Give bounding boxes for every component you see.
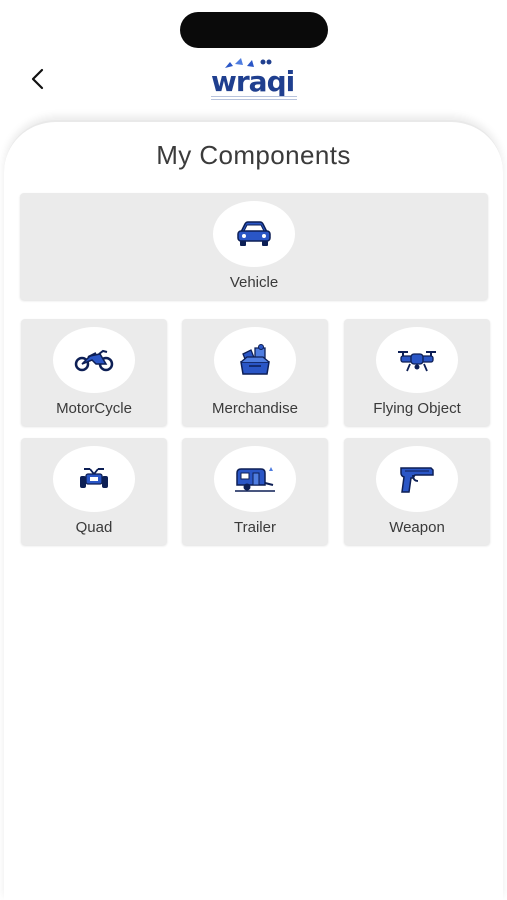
chevron-left-icon	[31, 68, 44, 90]
component-label: MotorCycle	[56, 400, 132, 417]
component-label: Flying Object	[373, 400, 461, 417]
icon-circle	[214, 446, 296, 512]
component-label: Merchandise	[212, 400, 298, 417]
back-button[interactable]	[22, 62, 52, 96]
motorcycle-icon	[74, 349, 114, 372]
component-label: Vehicle	[229, 274, 279, 291]
header: wraqi	[0, 50, 507, 110]
gun-icon	[400, 467, 434, 493]
component-label: Trailer	[234, 519, 276, 536]
component-card-flying-object[interactable]: Flying Object	[344, 319, 490, 426]
quad-icon	[80, 468, 108, 488]
component-label: Weapon	[389, 519, 445, 536]
trailer-icon	[235, 467, 275, 492]
icon-circle	[376, 327, 458, 393]
component-card-quad[interactable]: Quad	[21, 438, 167, 545]
device-notch	[180, 12, 328, 48]
component-card-vehicle[interactable]: Vehicle	[20, 193, 488, 300]
component-card-motorcycle[interactable]: MotorCycle	[21, 319, 167, 426]
icon-circle	[53, 446, 135, 512]
component-card-merchandise[interactable]: Merchandise	[182, 319, 328, 426]
wraqi-logo: wraqi	[207, 56, 303, 106]
icon-circle	[53, 327, 135, 393]
logo-tagline-lines	[211, 96, 297, 100]
car-icon	[237, 221, 271, 246]
component-card-weapon[interactable]: Weapon	[344, 438, 490, 545]
icon-circle	[213, 201, 295, 267]
component-label: Quad	[75, 519, 113, 536]
drone-icon	[398, 351, 436, 372]
page-title: My Components	[156, 140, 351, 170]
merchandise-icon	[240, 344, 270, 375]
icon-circle	[214, 327, 296, 393]
icon-circle	[376, 446, 458, 512]
logo-text: wraqi	[211, 65, 295, 98]
component-card-trailer[interactable]: Trailer	[182, 438, 328, 545]
